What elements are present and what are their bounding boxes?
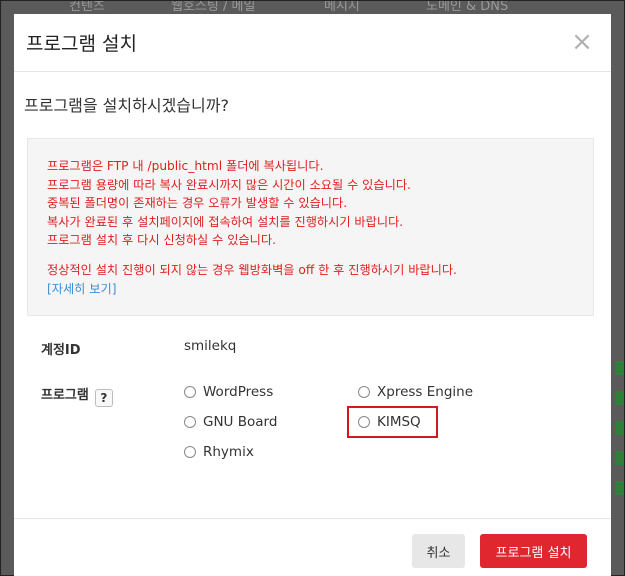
footer-divider	[14, 518, 611, 519]
account-id-value: smilekq	[184, 338, 237, 354]
background-tab: 도메인 & DNS	[426, 1, 509, 14]
background-mark	[615, 451, 624, 465]
notice-warning: 정상적인 설치 진행이 되지 않는 경우 웹방화벽을 off 한 후 진행하시기…	[47, 262, 457, 277]
program-label-row: 프로그램?	[41, 384, 113, 407]
install-program-button[interactable]: 프로그램 설치	[480, 534, 587, 568]
background-tab: 컨텐츠	[69, 1, 105, 14]
background-mark	[615, 421, 624, 435]
notice-spacer	[47, 250, 593, 261]
background-mark	[615, 481, 624, 495]
help-icon[interactable]: ?	[94, 389, 113, 407]
radio-label: Xpress Engine	[377, 384, 474, 400]
background-nav: 컨텐츠 웹호스팅 / 메일 메시지 도메인 & DNS	[1, 1, 625, 15]
cancel-button[interactable]: 취소	[412, 534, 465, 568]
notice-line: 복사가 완료된 후 설치페이지에 접속하여 설치를 진행하시기 바랍니다.	[47, 214, 404, 229]
radio-label: GNU Board	[203, 414, 278, 430]
program-label: 프로그램	[41, 388, 89, 403]
background-mark	[615, 361, 624, 375]
radio-label: Rhymix	[203, 444, 254, 460]
notice-line: 중복된 폴더명이 존재하는 경우 오류가 발생할 수 있습니다.	[47, 196, 348, 211]
background-tab: 웹호스팅 / 메일	[171, 1, 256, 14]
radio-circle-icon[interactable]	[358, 386, 370, 398]
background-tab: 메시지	[324, 1, 360, 14]
notice-line: 프로그램 설치 후 다시 신청하실 수 있습니다.	[47, 233, 276, 248]
background-status-marks	[610, 361, 624, 521]
close-icon[interactable]: ×	[571, 29, 593, 55]
more-details-link[interactable]: [자세히 보기]	[47, 280, 593, 299]
radio-circle-icon[interactable]	[184, 386, 196, 398]
radio-circle-icon[interactable]	[184, 416, 196, 428]
notice-line: 프로그램 용량에 따라 복사 완료시까지 많은 시간이 소요될 수 있습니다.	[47, 177, 411, 192]
radio-rhymix[interactable]: Rhymix	[184, 444, 254, 460]
radio-gnu-board[interactable]: GNU Board	[184, 414, 277, 430]
radio-circle-icon[interactable]	[184, 446, 196, 458]
install-question: 프로그램을 설치하시겠습니까?	[24, 96, 229, 115]
radio-label: WordPress	[203, 384, 274, 400]
modal-title: 프로그램 설치	[26, 33, 137, 55]
kimsq-highlight-box	[347, 406, 438, 438]
account-id-label: 계정ID	[41, 343, 81, 358]
modal-header: 프로그램 설치 ×	[14, 14, 611, 72]
notice-box: 프로그램은 FTP 내 /public_html 폴더에 복사됩니다. 프로그램…	[27, 138, 594, 316]
background-mark	[615, 391, 624, 405]
radio-xpress-engine[interactable]: Xpress Engine	[358, 384, 473, 400]
notice-line: 프로그램은 FTP 내 /public_html 폴더에 복사됩니다.	[47, 159, 324, 173]
radio-wordpress[interactable]: WordPress	[184, 384, 273, 400]
